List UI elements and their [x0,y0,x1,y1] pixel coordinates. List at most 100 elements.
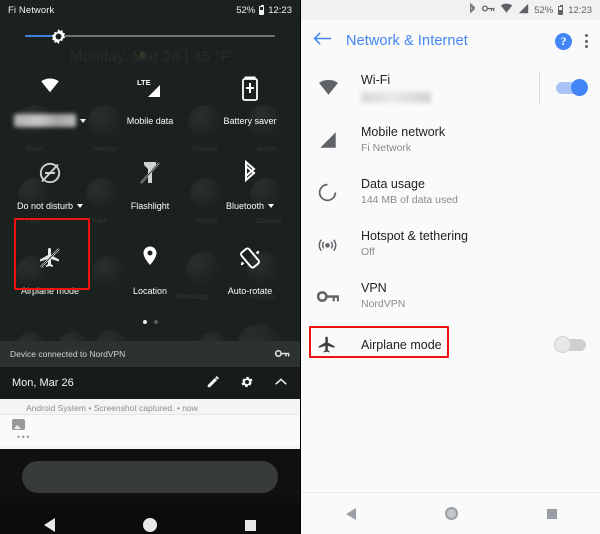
page-dot[interactable] [153,320,158,324]
settings-row-text: Hotspot & tethering Off [361,229,586,259]
settings-row-hotspot-tethering[interactable]: Hotspot & tethering Off [301,218,600,270]
carrier-label: Fi Network [8,4,55,16]
help-icon[interactable]: ? [555,32,572,50]
tile-mobile-data[interactable]: LTE Mobile data [100,56,200,141]
airplane-icon [317,335,361,355]
data-usage-icon [317,182,361,203]
tile-bluetooth[interactable]: Bluetooth [200,141,300,226]
tile-row-1: LTE Mobile data Battery saver [0,56,300,141]
flashlight-off-icon [139,157,161,189]
tile-battery-saver[interactable]: Battery saver [200,56,300,141]
google-search-pill[interactable] [22,461,278,493]
notification-shade: Android System • Screenshot captured. • … [0,399,300,449]
more-vert-icon[interactable] [585,34,588,48]
signal-icon [518,3,529,17]
settings-row-text: Wi-Fi [361,73,539,103]
location-pin-icon [140,242,160,274]
image-thumbnail-icon [12,419,25,430]
tile-do-not-disturb-label: Do not disturb [16,200,74,211]
wifi-ssid-blurred [361,92,431,103]
navigation-bar-dark [0,503,300,534]
auto-rotate-icon [238,242,262,274]
tile-mobile-data-label: Mobile data [126,115,174,126]
back-triangle-icon[interactable] [44,518,55,532]
tile-bluetooth-label: Bluetooth [225,200,265,211]
vpn-banner-text: Device connected to NordVPN [10,349,126,359]
tile-flashlight[interactable]: Flashlight [100,141,200,226]
battery-icon [259,4,265,15]
settings-row-text: Mobile network Fi Network [361,125,586,155]
settings-row-title: Data usage [361,177,425,191]
wifi-icon [37,70,63,102]
recents-square-icon[interactable] [245,519,256,531]
vpn-key-icon [274,348,290,361]
settings-row-subtitle: Fi Network [361,142,412,154]
settings-row-title: Hotspot & tethering [361,229,469,243]
tile-wifi[interactable] [0,56,100,141]
vpn-banner[interactable]: Device connected to NordVPN [0,341,300,367]
tile-location[interactable]: Location [100,226,200,311]
tile-flashlight-label: Flashlight [130,200,170,211]
page-indicator [0,311,300,333]
settings-row-mobile-network[interactable]: Mobile network Fi Network [301,114,600,166]
airplane-mode-toggle[interactable] [554,336,586,353]
chevron-down-icon[interactable] [80,118,86,123]
network-internet-settings: 52% 12:23 Network & Internet ? Wi-Fi Mob… [300,0,600,534]
settings-row-subtitle: Off [361,246,375,258]
tile-row-3: Airplane mode Location Auto-rotate [0,218,300,311]
home-circle-icon[interactable] [143,518,157,532]
arrow-back-icon[interactable] [313,31,337,51]
page-title: Network & Internet [346,33,468,49]
shade-date-label: Mon, Mar 26 [12,377,74,389]
hotspot-icon [317,234,361,255]
brightness-auto-icon[interactable] [50,28,67,45]
settings-row-title: Wi-Fi [361,73,391,87]
row-divider [539,73,540,103]
pencil-icon[interactable] [206,375,220,392]
settings-row-wifi[interactable]: Wi-Fi [301,62,600,114]
home-circle-icon[interactable] [444,507,458,520]
home-search-area: G [0,449,300,503]
tile-airplane-mode-label: Airplane mode [20,285,80,296]
gear-icon[interactable] [240,375,254,392]
page-dot-active[interactable] [142,320,147,324]
bluetooth-icon [468,2,477,18]
settings-row-airplane-mode[interactable]: Airplane mode [301,322,600,368]
tile-wifi-label [14,114,86,127]
settings-row-text: Data usage 144 MB of data used [361,177,586,207]
settings-row-vpn[interactable]: VPN NordVPN [301,270,600,322]
chevron-down-icon[interactable] [77,203,84,208]
screenshot-root: Monday, Mar 26 | 45 °F Music Settings Fi… [0,0,600,534]
shade-footer: Mon, Mar 26 [0,367,300,399]
lte-signal-icon: LTE [136,72,164,104]
do-not-disturb-icon [38,157,62,189]
settings-row-subtitle: 144 MB of data used [361,194,458,206]
wifi-icon [317,79,361,97]
settings-row-data-usage[interactable]: Data usage 144 MB of data used [301,166,600,218]
status-bar-right: 52% 12:23 [236,4,292,16]
settings-row-title: Mobile network [361,125,446,139]
tile-auto-rotate[interactable]: Auto-rotate [200,226,300,311]
brightness-slider[interactable] [0,20,300,52]
tile-battery-saver-label: Battery saver [223,115,277,126]
vpn-key-icon [482,4,495,16]
tile-airplane-mode[interactable]: Airplane mode [0,218,100,311]
settings-row-title: VPN [361,281,387,295]
settings-row-text: VPN NordVPN [361,281,586,311]
chevron-up-icon[interactable] [274,377,288,390]
battery-saver-icon [242,72,258,104]
clock-label: 12:23 [268,4,292,16]
wifi-toggle[interactable] [556,79,588,96]
notification-header-text: Android System • Screenshot captured. • … [26,403,198,413]
wifi-ssid-blurred [14,114,76,127]
clock-label: 12:23 [568,4,592,16]
recents-square-icon[interactable] [546,508,557,519]
back-triangle-icon[interactable] [345,507,356,520]
vpn-key-icon [317,290,361,303]
notification-overflow-label[interactable]: ••• [17,432,290,442]
chevron-down-icon[interactable] [268,203,275,208]
settings-row-title: Airplane mode [361,337,442,352]
status-bar-light: 52% 12:23 [301,0,600,20]
notification-card[interactable]: ••• [0,414,300,446]
tile-do-not-disturb[interactable]: Do not disturb [0,141,100,226]
